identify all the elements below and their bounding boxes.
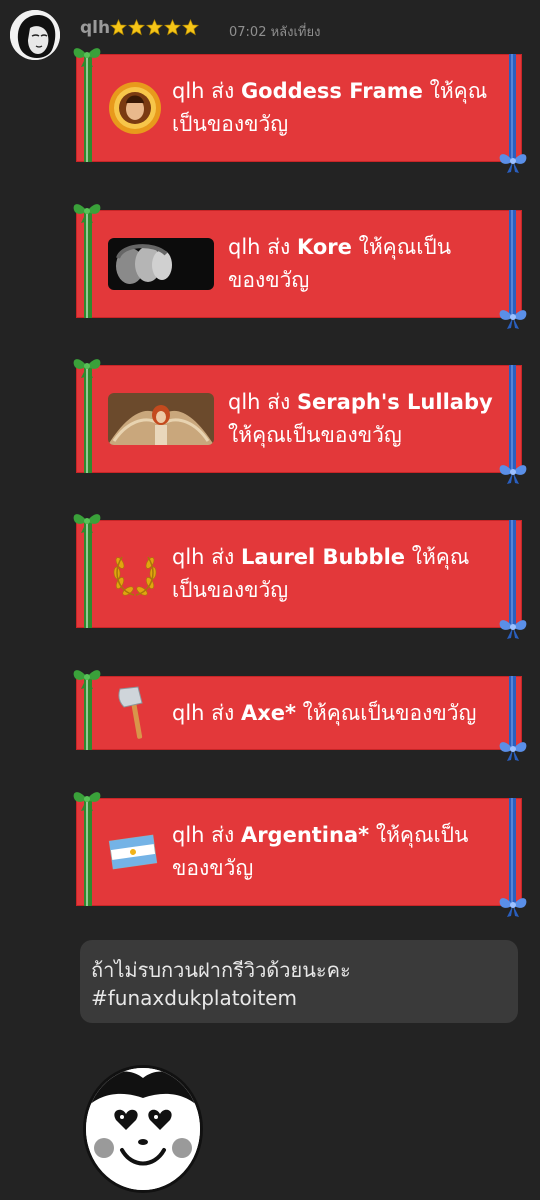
gift-sender: qlh (172, 79, 205, 103)
gift-verb: ส่ง (211, 823, 235, 847)
gift-line2: เป็นของขวัญ (172, 112, 289, 136)
goddess-frame-icon (108, 81, 162, 135)
star-icon (146, 19, 163, 36)
green-bow-icon (73, 514, 101, 533)
green-ribbon (84, 365, 92, 473)
gift-suffix: ให้คุณ (429, 79, 488, 103)
gift-card[interactable]: qlh ส่ง Axe* ให้คุณเป็นของขวัญ (73, 670, 527, 761)
gift-item-name: Goddess Frame (240, 79, 423, 103)
green-ribbon (84, 54, 92, 162)
green-bow-icon (73, 670, 101, 689)
gift-item-name: Kore (296, 235, 352, 259)
sender-username[interactable]: qlh (80, 18, 110, 38)
gift-line2: ให้คุณเป็นของขวัญ (228, 423, 402, 447)
gift-item-name: Axe* (240, 701, 296, 725)
blue-bow-icon (499, 465, 527, 484)
green-bow-icon (73, 48, 101, 67)
blue-ribbon (509, 798, 516, 906)
gift-suffix: ให้คุณเป็น (358, 235, 452, 259)
gift-sender: qlh (172, 545, 205, 569)
gift-sender: qlh (172, 823, 205, 847)
gift-card[interactable]: qlh ส่ง Kore ให้คุณเป็น ของขวัญ (73, 204, 527, 329)
blue-bow-icon (499, 310, 527, 329)
gift-item-name: Argentina* (240, 823, 370, 847)
gift-card[interactable]: qlh ส่ง Goddess Frame ให้คุณ เป็นของขวัญ (73, 48, 527, 173)
gift-card[interactable]: qlh ส่ง Laurel Bubble ให้คุณ เป็นของขวัญ (73, 514, 527, 639)
blue-ribbon (509, 210, 516, 318)
gift-verb: ส่ง (211, 79, 235, 103)
star-icon (128, 19, 145, 36)
gift-message: qlh ส่ง Laurel Bubble ให้คุณ เป็นของขวัญ (172, 541, 502, 607)
green-ribbon (84, 210, 92, 318)
gift-card[interactable]: qlh ส่ง Seraph's Lullaby ให้คุณเป็นของขว… (73, 359, 527, 484)
axe-icon (114, 685, 154, 741)
gift-message: qlh ส่ง Goddess Frame ให้คุณ เป็นของขวัญ (172, 75, 502, 141)
gift-message: qlh ส่ง Kore ให้คุณเป็น ของขวัญ (228, 231, 498, 297)
blue-bow-icon (499, 154, 527, 173)
blue-bow-icon (499, 898, 527, 917)
clown-face-sticker[interactable] (83, 1065, 203, 1193)
green-bow-icon (73, 792, 101, 811)
gift-item-name: Seraph's Lullaby (296, 390, 493, 414)
blue-bow-icon (499, 620, 527, 639)
green-ribbon (84, 520, 92, 628)
gift-verb: ส่ง (267, 390, 291, 414)
gift-line2: เป็นของขวัญ (172, 578, 289, 602)
star-icon (182, 19, 199, 36)
gift-suffix: ให้คุณ (411, 545, 470, 569)
star-icon (110, 19, 127, 36)
green-bow-icon (73, 359, 101, 378)
gift-item-name: Laurel Bubble (240, 545, 406, 569)
kore-statue-image (108, 238, 214, 290)
message-bubble[interactable]: ถ้าไม่รบกวนฝากรีวิวด้วยนะคะ #funaxdukpla… (80, 940, 518, 1023)
gift-verb: ส่ง (267, 235, 291, 259)
gift-sender: qlh (228, 235, 261, 259)
clown-face-icon (86, 1068, 200, 1190)
gift-message: qlh ส่ง Axe* ให้คุณเป็นของขวัญ (172, 697, 512, 730)
message-timestamp: 07:02 หลังเที่ยง (229, 25, 321, 40)
gift-message: qlh ส่ง Argentina* ให้คุณเป็น ของขวัญ (172, 819, 502, 885)
gift-sender: qlh (228, 390, 261, 414)
gift-line2: ของขวัญ (228, 268, 310, 292)
argentina-flag-icon (108, 832, 158, 872)
gift-suffix: ให้คุณเป็น (375, 823, 469, 847)
blue-ribbon (509, 54, 516, 162)
blue-ribbon (509, 520, 516, 628)
gift-line2: ของขวัญ (172, 856, 254, 880)
gift-verb: ส่ง (211, 701, 235, 725)
green-ribbon (84, 798, 92, 906)
gift-suffix: ให้คุณเป็นของขวัญ (302, 701, 477, 725)
seraph-painting-image (108, 393, 214, 445)
avatar-portrait-icon (10, 10, 60, 60)
star-icon (164, 19, 181, 36)
blue-ribbon (509, 365, 516, 473)
gift-card[interactable]: qlh ส่ง Argentina* ให้คุณเป็น ของขวัญ (73, 792, 527, 917)
message-text-line1: ถ้าไม่รบกวนฝากรีวิวด้วยนะคะ (91, 958, 351, 982)
laurel-wreath-icon (108, 547, 162, 601)
gift-verb: ส่ง (211, 545, 235, 569)
green-bow-icon (73, 204, 101, 223)
blue-bow-icon (499, 742, 527, 761)
gift-message: qlh ส่ง Seraph's Lullaby ให้คุณเป็นของขว… (228, 386, 503, 452)
sender-avatar[interactable] (10, 10, 60, 60)
star-rating (110, 19, 199, 39)
message-hashtag[interactable]: #funaxdukplatoitem (91, 986, 297, 1010)
gift-sender: qlh (172, 701, 205, 725)
